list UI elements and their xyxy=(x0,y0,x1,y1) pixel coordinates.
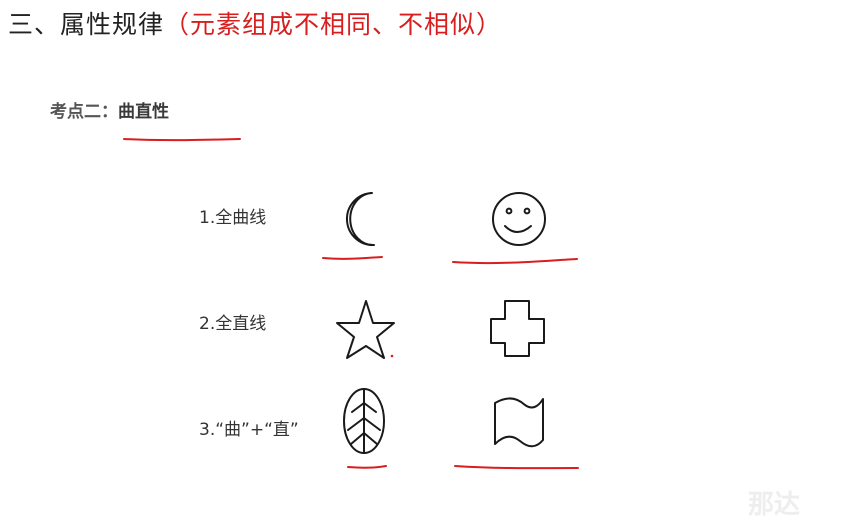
moon-underline xyxy=(322,256,383,260)
leaf-icon xyxy=(343,388,385,454)
smiley-underline xyxy=(452,258,578,265)
leaf-underline xyxy=(347,465,387,469)
cross-icon xyxy=(490,300,545,357)
flag-icon xyxy=(494,397,544,448)
star-icon xyxy=(336,300,395,359)
flag-underline xyxy=(454,465,579,470)
crescent-moon-icon xyxy=(346,192,375,247)
figure-canvas xyxy=(123,138,579,470)
watermark: 那达 xyxy=(748,490,801,520)
smiley-face-icon xyxy=(492,192,546,246)
annotation-dot xyxy=(390,354,394,358)
topic-underline xyxy=(123,138,241,142)
